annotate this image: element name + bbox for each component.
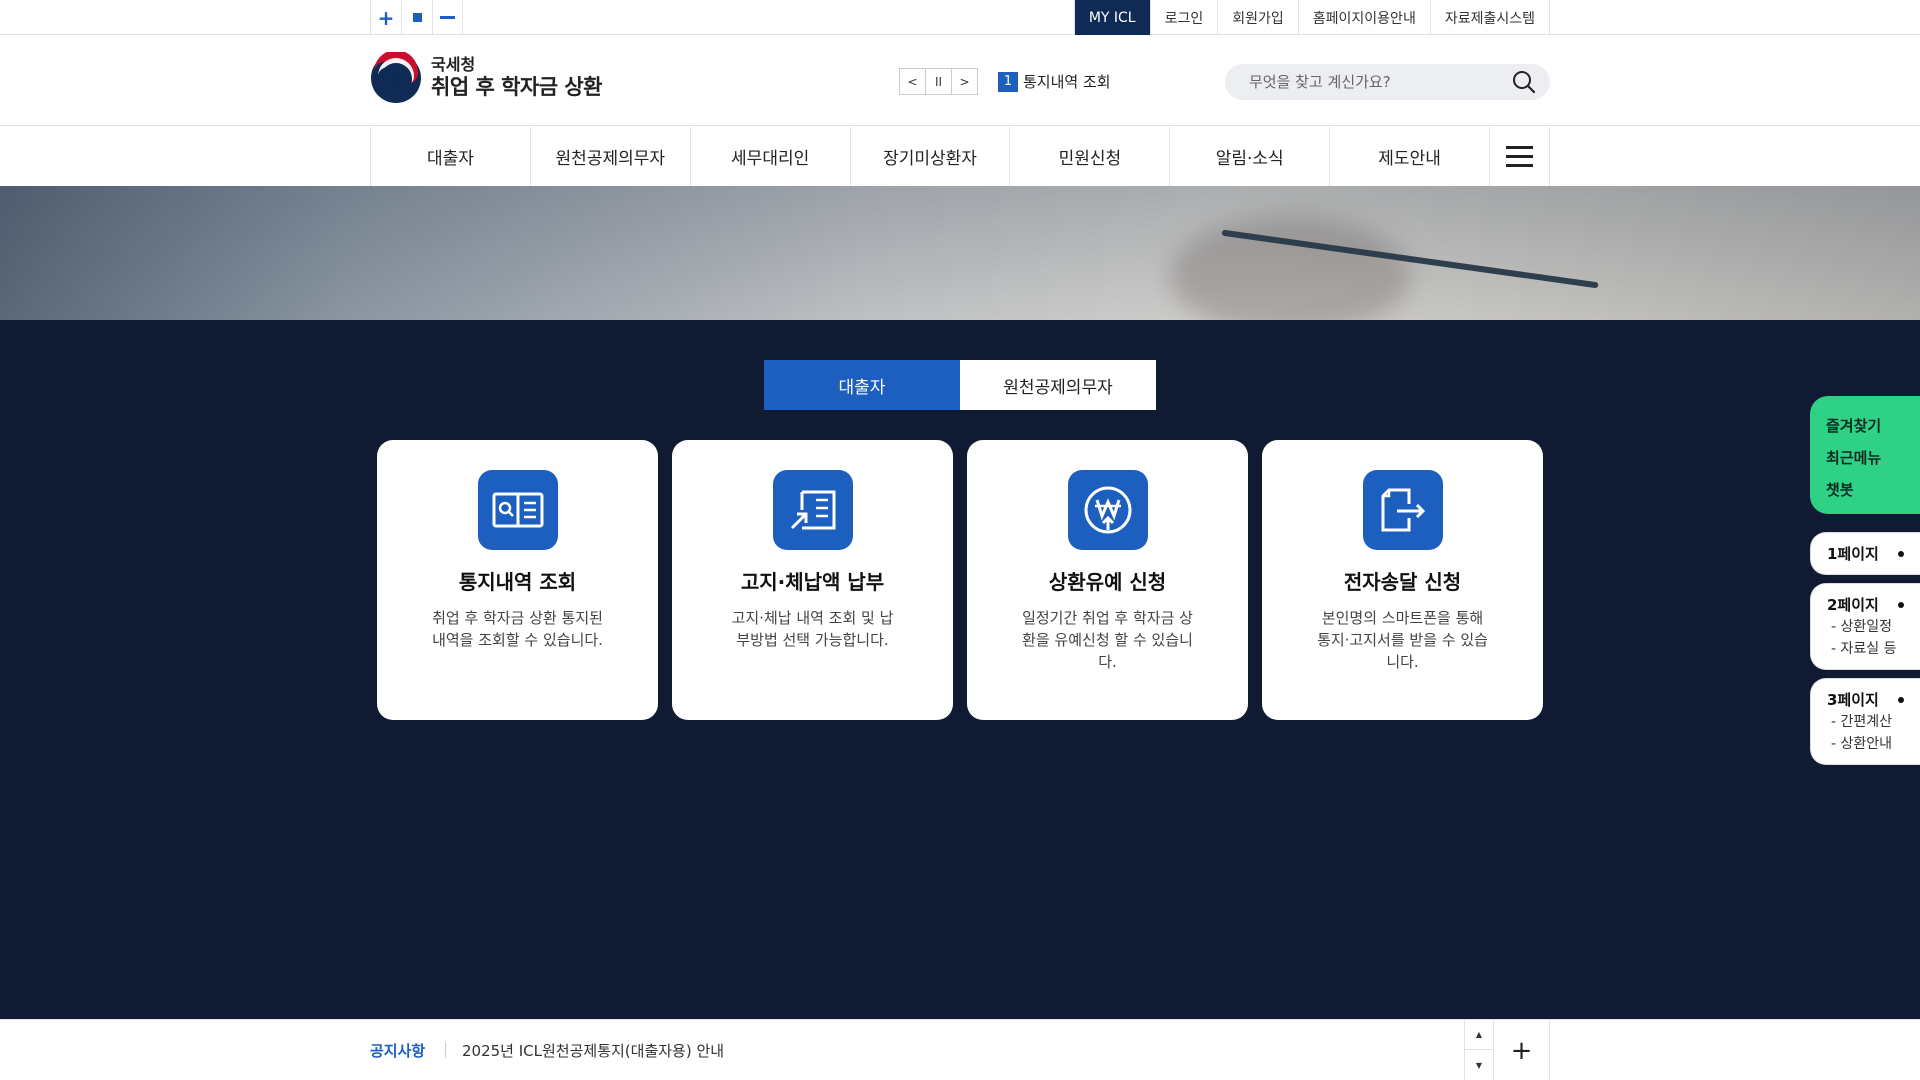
- quick-page-sub[interactable]: - 상환안내: [1827, 734, 1920, 754]
- notice-arrows: ▲ ▼: [1464, 1020, 1494, 1080]
- utility-bar: + MY ICL 로그인 회원가입 홈페이지이용안내 자료제출시스템: [0, 0, 1920, 35]
- search-icon[interactable]: [1512, 70, 1536, 94]
- site-guide-link[interactable]: 홈페이지이용안내: [1297, 0, 1430, 35]
- quick-green-panel: 즐겨찾기 최근메뉴 챗봇: [1810, 396, 1920, 514]
- quick-favorites[interactable]: 즐겨찾기: [1826, 410, 1920, 442]
- minus-icon: [440, 16, 455, 19]
- rolling-next-button[interactable]: >: [951, 68, 978, 95]
- divider: [445, 1042, 446, 1058]
- rolling-banner: < II > 1 통지내역 조회: [899, 68, 1111, 95]
- my-icl-link[interactable]: MY ICL: [1073, 0, 1150, 35]
- card-title: 통지내역 조회: [458, 570, 577, 594]
- notice-headline-link[interactable]: 2025년 ICL원천공제통지(대출자용) 안내: [462, 1040, 724, 1061]
- card-payment[interactable]: 고지·체납액 납부 고지·체납 내역 조회 및 납부방법 선택 가능합니다.: [672, 440, 953, 720]
- dot-icon: [1898, 601, 1904, 608]
- zoom-reset-button[interactable]: [401, 0, 432, 35]
- nav-item-news[interactable]: 알림·소식: [1170, 127, 1331, 186]
- quick-page-title: 1페이지: [1827, 545, 1879, 563]
- notice-down-button[interactable]: ▼: [1465, 1050, 1493, 1080]
- nav-item-long-term-unpaid[interactable]: 장기미상환자: [851, 127, 1011, 186]
- dot-icon: [1898, 550, 1904, 557]
- main-navigation: 대출자 원천공제의무자 세무대리인 장기미상환자 민원신청 알림·소식 제도안내: [0, 127, 1920, 186]
- square-icon: [412, 13, 422, 22]
- nav-item-tax-agent[interactable]: 세무대리인: [691, 127, 851, 186]
- tab-borrower[interactable]: 대출자: [764, 360, 960, 410]
- quick-page-sub[interactable]: - 자료실 등: [1827, 639, 1920, 659]
- document-search-icon: [477, 470, 558, 550]
- quick-page-title: 3페이지: [1827, 691, 1879, 709]
- rolling-index: 1: [998, 71, 1018, 92]
- main-service-section: 대출자 원천공제의무자 통지내역 조회 취업 후 학자금 상환 통지된 내역을 …: [0, 320, 1920, 1019]
- zoom-in-button[interactable]: +: [370, 0, 401, 35]
- card-deferral[interactable]: 상환유예 신청 일정기간 취업 후 학자금 상환을 유예신청 할 수 있습니다.: [967, 440, 1248, 720]
- taegeuk-logo-icon: [371, 52, 421, 103]
- quick-page-3[interactable]: 3페이지 - 간편계산 - 상환안내: [1810, 678, 1920, 765]
- card-e-delivery[interactable]: 전자송달 신청 본인명의 스마트폰을 통해 통지·고지서를 받을 수 있습니다.: [1262, 440, 1543, 720]
- quick-chatbot[interactable]: 챗봇: [1826, 474, 1920, 506]
- zoom-controls: +: [370, 0, 463, 35]
- service-tabs: 대출자 원천공제의무자: [764, 360, 1156, 410]
- card-notice-inquiry[interactable]: 통지내역 조회 취업 후 학자금 상환 통지된 내역을 조회할 수 있습니다.: [377, 440, 658, 720]
- login-link[interactable]: 로그인: [1149, 0, 1218, 35]
- card-description: 취업 후 학자금 상환 통지된 내역을 조회할 수 있습니다.: [432, 609, 603, 649]
- nav-item-civil-request[interactable]: 민원신청: [1010, 127, 1171, 186]
- notice-up-button[interactable]: ▲: [1465, 1020, 1493, 1050]
- rolling-pause-button[interactable]: II: [925, 68, 952, 95]
- signup-link[interactable]: 회원가입: [1217, 0, 1298, 35]
- hero-banner-image: [0, 186, 1920, 320]
- notice-more-button[interactable]: +: [1494, 1020, 1550, 1080]
- nav-item-borrower[interactable]: 대출자: [371, 127, 531, 186]
- logo-line1: 국세청: [431, 55, 476, 74]
- card-title: 전자송달 신청: [1343, 570, 1462, 594]
- hamburger-menu-icon[interactable]: [1490, 127, 1550, 186]
- quick-page-sub[interactable]: - 간편계산: [1827, 712, 1920, 732]
- won-coin-icon: [1067, 470, 1148, 550]
- site-logo[interactable]: 국세청 취업 후 학자금 상환: [370, 52, 603, 104]
- tab-withholding[interactable]: 원천공제의무자: [960, 360, 1156, 410]
- card-description: 본인명의 스마트폰을 통해 통지·고지서를 받을 수 있습니다.: [1317, 609, 1488, 671]
- card-description: 일정기간 취업 후 학자금 상환을 유예신청 할 수 있습니다.: [1022, 609, 1193, 671]
- rolling-prev-button[interactable]: <: [899, 68, 926, 95]
- document-payment-icon: [772, 470, 853, 550]
- utility-links: MY ICL 로그인 회원가입 홈페이지이용안내 자료제출시스템: [1073, 0, 1550, 35]
- search-box: [1225, 64, 1550, 100]
- quick-menu: 즐겨찾기 최근메뉴 챗봇 1페이지 2페이지 - 상환일정 - 자료실 등 3페…: [1810, 396, 1920, 765]
- dot-icon: [1898, 696, 1904, 703]
- nav-item-withholding[interactable]: 원천공제의무자: [531, 127, 691, 186]
- quick-page-title: 2페이지: [1827, 596, 1879, 614]
- logo-line2: 취업 후 학자금 상환: [431, 75, 603, 99]
- card-description: 고지·체납 내역 조회 및 납부방법 선택 가능합니다.: [731, 609, 894, 649]
- quick-page-sub[interactable]: - 상환일정: [1827, 617, 1920, 637]
- rolling-text-link[interactable]: 통지내역 조회: [1023, 71, 1111, 92]
- quick-page-1[interactable]: 1페이지: [1810, 532, 1920, 575]
- data-submit-system-link[interactable]: 자료제출시스템: [1429, 0, 1550, 35]
- zoom-out-button[interactable]: [432, 0, 463, 35]
- quick-page-2[interactable]: 2페이지 - 상환일정 - 자료실 등: [1810, 583, 1920, 670]
- service-cards: 통지내역 조회 취업 후 학자금 상환 통지된 내역을 조회할 수 있습니다. …: [377, 440, 1543, 720]
- quick-recent-menu[interactable]: 최근메뉴: [1826, 442, 1920, 474]
- document-send-icon: [1362, 470, 1443, 550]
- notice-bar: 공지사항 2025년 ICL원천공제통지(대출자용) 안내 ▲ ▼ +: [0, 1019, 1920, 1080]
- nav-item-system-guide[interactable]: 제도안내: [1330, 127, 1491, 186]
- card-title: 상환유예 신청: [1048, 570, 1167, 594]
- notice-label[interactable]: 공지사항: [370, 1040, 425, 1061]
- card-title: 고지·체납액 납부: [740, 570, 885, 594]
- search-input[interactable]: [1249, 64, 1499, 100]
- header: 국세청 취업 후 학자금 상환 < II > 1 통지내역 조회: [0, 36, 1920, 126]
